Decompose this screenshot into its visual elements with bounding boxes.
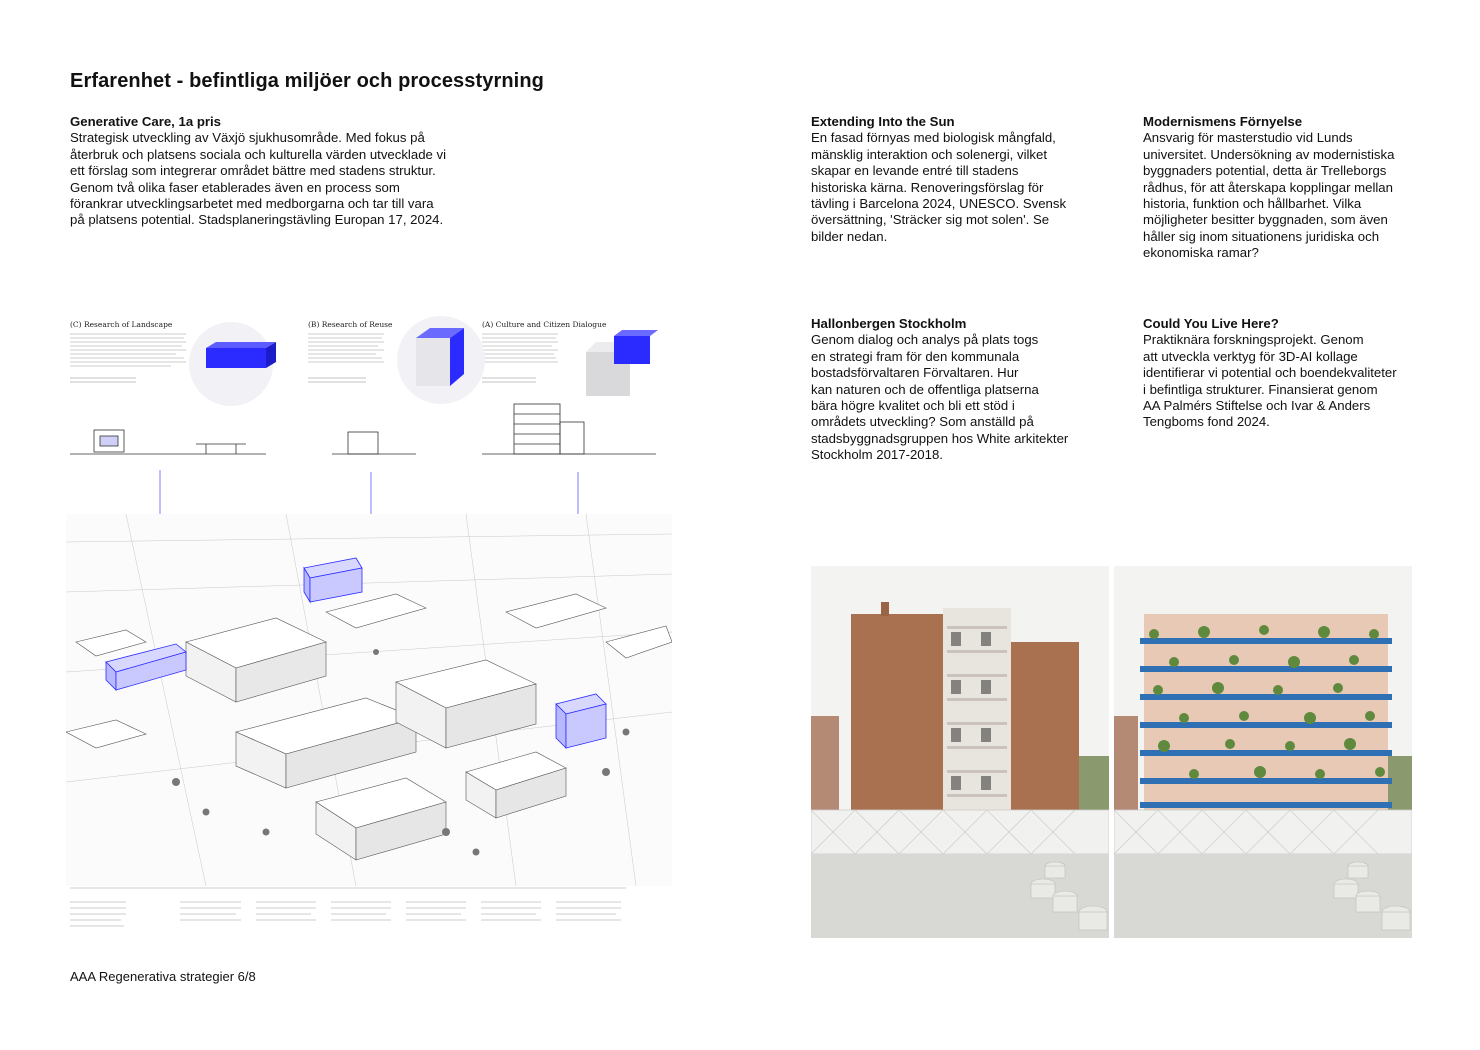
project-could-you-live-here: Could You Live Here? Praktiknära forskni…	[1143, 316, 1443, 431]
plan-legend	[70, 887, 626, 927]
facade-photo-before	[811, 566, 1109, 938]
project-text: Praktiknära forskningsprojekt. Genom att…	[1143, 332, 1397, 430]
project-heading: Modernismens Förnyelse	[1143, 114, 1303, 129]
brick-facade-left	[851, 614, 943, 844]
project-text: En fasad förnyas med biologisk mångfald,…	[811, 130, 1067, 244]
facade-photo-after	[1114, 566, 1412, 938]
project-heading: Generative Care, 1a pris	[70, 114, 222, 129]
culture-building-illustration	[586, 330, 658, 396]
project-text: Ansvarig för masterstudio vid Lunds univ…	[1143, 130, 1395, 261]
aerial-plan	[66, 513, 672, 887]
project-hallonbergen: Hallonbergen Stockholm Genom dialog och …	[811, 316, 1091, 464]
section-drawings	[70, 403, 656, 455]
project-text: Genom dialog och analys på plats togs en…	[811, 332, 1069, 463]
project-text: Strategisk utveckling av Växjö sjukhusom…	[70, 130, 447, 228]
caption-culture-citizen-dialogue: (A) Culture and Citizen Dialogue	[482, 320, 607, 329]
white-fence	[1114, 809, 1412, 855]
white-fence	[811, 809, 1109, 855]
project-heading: Could You Live Here?	[1143, 316, 1279, 331]
renovated-facade	[1144, 614, 1388, 844]
page-title: Erfarenhet - befintliga miljöer och proc…	[70, 70, 544, 92]
landscape-circle-illustration	[189, 322, 276, 406]
project-modernismens-fornyelse: Modernismens Förnyelse Ansvarig för mast…	[1143, 114, 1443, 262]
axonometric-site-plan-figure: (C) Research of Landscape (B) Research o…	[66, 316, 672, 927]
page-footer: AAA Regenerativa strategier 6/8	[70, 969, 256, 984]
project-heading: Hallonbergen Stockholm	[811, 316, 967, 331]
caption-research-of-reuse: (B) Research of Reuse	[308, 320, 393, 329]
caption-research-of-landscape: (C) Research of Landscape	[70, 320, 173, 329]
project-extending-into-the-sun: Extending Into the Sun En fasad förnyas …	[811, 114, 1086, 245]
project-heading: Extending Into the Sun	[811, 114, 955, 129]
project-generative-care: Generative Care, 1a pris Strategisk utve…	[70, 114, 470, 229]
reuse-circle-illustration	[397, 316, 485, 404]
